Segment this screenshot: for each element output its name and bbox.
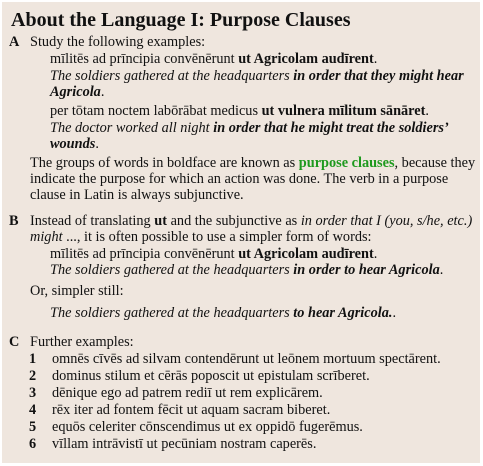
item-text: equōs celeriter cōnscendimus ut ex oppid… (52, 419, 363, 435)
text: and the subjunctive as (167, 213, 301, 229)
latin-text: mīlitēs ad prīncipia convēnērunt (50, 246, 239, 262)
purpose-clause: ut vulnera mīlitum sānāret (261, 103, 426, 119)
section-c-intro: Further examples: (30, 334, 134, 350)
item-text: vīllam intrāvistī ut pecūniam nostram ca… (52, 436, 317, 452)
example-a1-english: The soldiers gathered at the headquarter… (50, 68, 464, 85)
purpose-translation: Agricola (50, 84, 101, 100)
latin-text: per tōtam noctem labōrābat medicus (50, 103, 262, 119)
text: ..., it is often possible to use a simpl… (62, 229, 372, 245)
example-a2-english-cont: wounds. (50, 136, 99, 153)
section-b-line-2: might ..., it is often possible to use a… (30, 229, 372, 246)
explanation-line-2: indicate the purpose for which an action… (30, 171, 449, 187)
example-list-item: 1 omnēs cīvēs ad silvam contendērunt ut l… (29, 351, 441, 368)
item-number: 1 (29, 351, 37, 367)
example-b-english: The soldiers gathered at the headquarter… (50, 262, 443, 279)
example-list-item: 4 rēx iter ad fontem fēcit ut aquam sacra… (29, 402, 330, 419)
example-b-english-simple: The soldiers gathered at the headquarter… (50, 305, 396, 322)
item-text: dēnique ego ad patrem rediī ut rem expli… (52, 385, 323, 401)
purpose-translation: in order that he might treat the soldier… (213, 120, 449, 136)
english-text: The soldiers gathered at the headquarter… (50, 305, 294, 321)
content-panel: About the Language I: Purpose Clauses A … (2, 2, 480, 463)
item-number: 4 (29, 402, 37, 418)
punct: . (439, 262, 444, 278)
english-text: The soldiers gathered at the headquarter… (50, 262, 294, 278)
item-number: 3 (29, 385, 37, 401)
section-b-label: B (9, 213, 19, 229)
purpose-clause: ut Agricolam audīrent (238, 246, 374, 262)
item-text: omnēs cīvēs ad silvam contendērunt ut le… (52, 351, 441, 367)
example-list-item: 5 equōs celeriter cōnscendimus ut ex oppi… (29, 419, 363, 436)
item-number: 5 (29, 419, 37, 435)
example-a2-english: The doctor worked all night in order tha… (50, 120, 449, 137)
purpose-clause: ut Agricolam audīrent (238, 51, 374, 67)
item-text: dominus stilum et cērās poposcit ut epis… (52, 368, 370, 384)
explanation-line-1: The groups of words in boldface are know… (30, 155, 475, 172)
example-a1-english-cont: Agricola. (50, 84, 104, 101)
italic-text: in order that I (you, s/he, etc.) (300, 213, 473, 229)
purpose-translation: to hear Agricola. (293, 305, 393, 321)
text: , because they (394, 155, 476, 171)
italic-text: might (30, 229, 63, 245)
highlighted-term: purpose clauses (298, 155, 395, 171)
example-b-latin: mīlitēs ad prīncipia convēnērunt ut Agri… (50, 246, 377, 263)
example-a1-latin: mīlitēs ad prīncipia convēnērunt ut Agri… (50, 51, 377, 68)
item-text: rēx iter ad fontem fēcit ut aquam sacram… (52, 402, 331, 418)
text: Instead of translating (30, 213, 155, 229)
section-a-intro: Study the following examples: (30, 34, 206, 50)
text: The groups of words in boldface are know… (30, 155, 299, 171)
example-list-item: 3 dēnique ego ad patrem rediī ut rem expl… (29, 385, 323, 402)
latin-text: mīlitēs ad prīncipia convēnērunt (50, 51, 239, 67)
example-list-item: 6 vīllam intrāvistī ut pecūniam nostram c… (29, 436, 316, 453)
example-list-item: 2 dominus stilum et cērās poposcit ut epi… (29, 368, 370, 385)
punct: . (373, 246, 378, 262)
simpler-still: Or, simpler still: (30, 283, 124, 299)
purpose-translation: wounds (50, 136, 96, 152)
punct: . (95, 136, 99, 152)
purpose-translation: in order to hear Agricola (293, 262, 440, 278)
explanation-line-3: clause in Latin is always subjunctive. (30, 187, 244, 203)
example-a2-latin: per tōtam noctem labōrābat medicus ut vu… (50, 103, 429, 120)
english-text: The doctor worked all night (50, 120, 214, 136)
punct: . (392, 305, 397, 321)
purpose-translation: in order that they might hear (293, 68, 464, 84)
punct: . (373, 51, 378, 67)
ut-word: ut (154, 213, 167, 229)
item-number: 6 (29, 436, 37, 452)
english-text: The soldiers gathered at the headquarter… (50, 68, 294, 84)
punct: . (425, 103, 429, 119)
section-b-line-1: Instead of translating ut and the subjun… (30, 213, 472, 230)
item-number: 2 (29, 368, 37, 384)
section-a-label: A (9, 34, 20, 50)
page-title: About the Language I: Purpose Clauses (11, 9, 351, 31)
section-c-label: C (9, 334, 20, 350)
punct: . (100, 84, 105, 100)
